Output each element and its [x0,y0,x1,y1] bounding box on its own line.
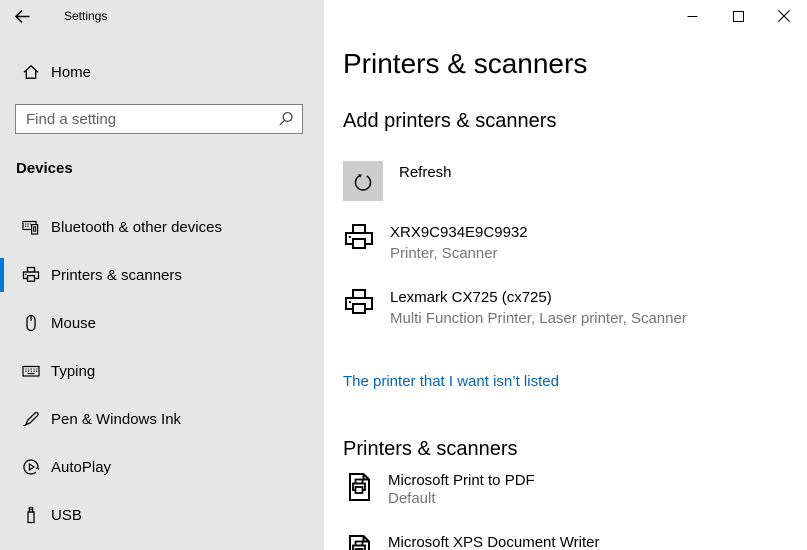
device-text: XRX9C934E9C9932 Printer, Scanner [390,222,528,264]
minimize-icon [687,11,698,22]
sidebar-item-label: Home [51,64,91,81]
selected-indicator [0,258,4,292]
sidebar-item-label: AutoPlay [51,459,111,476]
maximize-button[interactable] [715,0,761,32]
main-panel: Printers & scanners Add printers & scann… [324,0,807,550]
printer-device-icon [343,287,375,319]
printer-icon [22,266,40,284]
refresh-button[interactable]: Refresh [343,161,452,201]
sidebar-item-printers[interactable]: Printers & scanners [0,255,324,295]
search-input[interactable] [16,105,302,133]
sidebar-item-label: Bluetooth & other devices [51,219,222,236]
print-to-file-icon [343,471,375,503]
discovered-printer-lexmark[interactable]: Lexmark CX725 (cx725) Multi Function Pri… [343,287,687,329]
printer-text: Microsoft XPS Document Writer [388,533,599,550]
printer-name: Microsoft XPS Document Writer [388,533,599,550]
devices-section-heading: Devices [16,160,324,177]
back-arrow-icon [14,8,31,25]
close-button[interactable] [761,0,807,32]
print-to-file-icon [343,533,375,550]
sidebar-item-typing[interactable]: Typing [0,351,324,391]
pen-icon [22,410,40,428]
sidebar: Settings Home Devices [0,0,324,550]
sidebar-item-label: Printers & scanners [51,267,182,284]
device-name: Lexmark CX725 (cx725) [390,287,687,308]
autoplay-icon [22,458,40,476]
keyboard-icon [22,362,40,380]
sidebar-item-autoplay[interactable]: AutoPlay [0,447,324,487]
home-icon [22,63,40,81]
installed-printer-pdf[interactable]: Microsoft Print to PDF Default [343,471,535,507]
sidebar-item-home[interactable]: Home [0,52,324,92]
sidebar-item-usb[interactable]: USB [0,495,324,535]
discovered-device-list: XRX9C934E9C9932 Printer, Scanner Lexmark… [343,222,807,329]
refresh-icon [352,170,374,192]
printer-name: Microsoft Print to PDF [388,471,535,490]
window-controls [669,0,807,32]
refresh-label: Refresh [399,164,452,181]
close-icon [778,10,790,22]
sidebar-item-label: USB [51,507,82,524]
sidebar-item-label: Typing [51,363,95,380]
sidebar-item-bluetooth[interactable]: Bluetooth & other devices [0,207,324,247]
discovered-printer-xrx[interactable]: XRX9C934E9C9932 Printer, Scanner [343,222,528,264]
refresh-button-square [343,161,383,201]
sidebar-item-pen[interactable]: Pen & Windows Ink [0,399,324,439]
minimize-button[interactable] [669,0,715,32]
maximize-icon [733,11,744,22]
search-box [15,104,303,134]
printer-text: Microsoft Print to PDF Default [388,471,535,507]
device-description: Printer, Scanner [390,243,528,264]
settings-window: Settings Home Devices [0,0,807,550]
printer-not-listed-link[interactable]: The printer that I want isn’t listed [343,373,559,390]
device-name: XRX9C934E9C9932 [390,222,528,243]
device-description: Multi Function Printer, Laser printer, S… [390,308,687,329]
printer-status: Default [388,490,535,507]
devices-icon [22,218,40,236]
installed-section-heading: Printers & scanners [343,436,807,462]
device-text: Lexmark CX725 (cx725) Multi Function Pri… [390,287,687,329]
titlebar-left: Settings [0,0,324,32]
sidebar-nav: Bluetooth & other devices Printers & sca… [0,207,324,535]
usb-icon [22,506,40,524]
sidebar-item-label: Mouse [51,315,96,332]
sidebar-item-mouse[interactable]: Mouse [0,303,324,343]
printer-device-icon [343,222,375,254]
back-button[interactable] [14,7,32,25]
installed-printer-xps[interactable]: Microsoft XPS Document Writer [343,533,599,550]
sidebar-item-label: Pen & Windows Ink [51,411,181,428]
app-title: Settings [64,9,107,23]
mouse-icon [22,314,40,332]
installed-printer-list: Microsoft Print to PDF Default Microsoft… [343,471,807,550]
add-section-heading: Add printers & scanners [343,108,807,134]
search-icon [278,111,294,127]
